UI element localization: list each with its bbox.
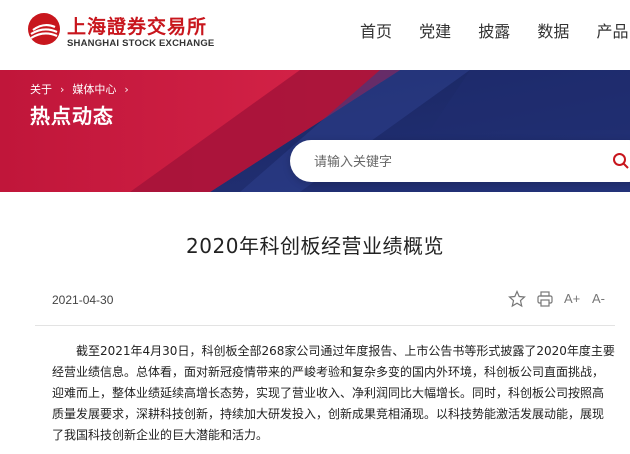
article-line-3: 迎难而上，整体业绩延续高增长态势，实现了营业收入、净利润同比大幅增长。同时，科创… bbox=[52, 386, 605, 400]
article-toolbar: A+ A- bbox=[508, 290, 618, 310]
sse-logo[interactable]: 上海證券交易所 SHANGHAI STOCK EXCHANGE bbox=[27, 10, 217, 56]
article-line-4: 质量发展要求，深耕科技创新，持续加大研发投入，创新成果竞相涌现。以科技势能激活发… bbox=[52, 407, 605, 421]
logo-chinese-text: 上海證券交易所 bbox=[67, 16, 208, 38]
print-icon[interactable] bbox=[536, 290, 554, 308]
article-line-1: 截至2021年4月30日，科创板全部268家公司通过年度报告、上市公告书等形式披… bbox=[76, 344, 615, 358]
article-body: 截至2021年4月30日，科创板全部268家公司通过年度报告、上市公告书等形式披… bbox=[52, 341, 617, 446]
search-box bbox=[290, 140, 630, 184]
nav-item-data[interactable]: 数据 bbox=[537, 18, 569, 42]
sse-logo-icon bbox=[28, 13, 60, 45]
breadcrumb-media-center[interactable]: 媒体中心 bbox=[72, 81, 116, 97]
font-increase-button[interactable]: A+ bbox=[564, 290, 586, 308]
article-title: 2020年科创板经营业绩概览 bbox=[186, 234, 444, 258]
search-input[interactable] bbox=[312, 140, 606, 184]
main-nav: 首页 党建 披露 数据 产品 bbox=[360, 18, 630, 42]
divider bbox=[35, 325, 615, 326]
nav-item-disclosure[interactable]: 披露 bbox=[478, 18, 510, 42]
site-header: 上海證券交易所 SHANGHAI STOCK EXCHANGE 首页 党建 披露… bbox=[0, 0, 630, 70]
nav-item-products[interactable]: 产品 bbox=[596, 18, 628, 42]
star-icon[interactable] bbox=[508, 290, 526, 308]
article-line-2: 经营业绩信息。总体看，面对新冠疫情带来的严峻考验和复杂多变的国内外环境，科创板公… bbox=[52, 365, 605, 379]
article-paragraph: 截至2021年4月30日，科创板全部268家公司通过年度报告、上市公告书等形式披… bbox=[52, 341, 617, 446]
breadcrumb-about[interactable]: 关于 bbox=[30, 81, 52, 97]
nav-item-party-building[interactable]: 党建 bbox=[419, 18, 451, 42]
font-decrease-button[interactable]: A- bbox=[592, 290, 614, 308]
page-title: 热点动态 bbox=[30, 104, 114, 128]
search-icon[interactable] bbox=[612, 152, 630, 170]
chevron-right-icon: › bbox=[60, 83, 65, 96]
breadcrumb: 关于 › 媒体中心 › bbox=[30, 81, 137, 97]
article-date: 2021-04-30 bbox=[52, 293, 114, 307]
logo-english-text: SHANGHAI STOCK EXCHANGE bbox=[67, 38, 215, 49]
article-line-5: 了我国科技创新企业的巨大潜能和活力。 bbox=[52, 428, 269, 442]
chevron-right-icon: › bbox=[124, 83, 129, 96]
nav-item-home[interactable]: 首页 bbox=[360, 18, 392, 42]
